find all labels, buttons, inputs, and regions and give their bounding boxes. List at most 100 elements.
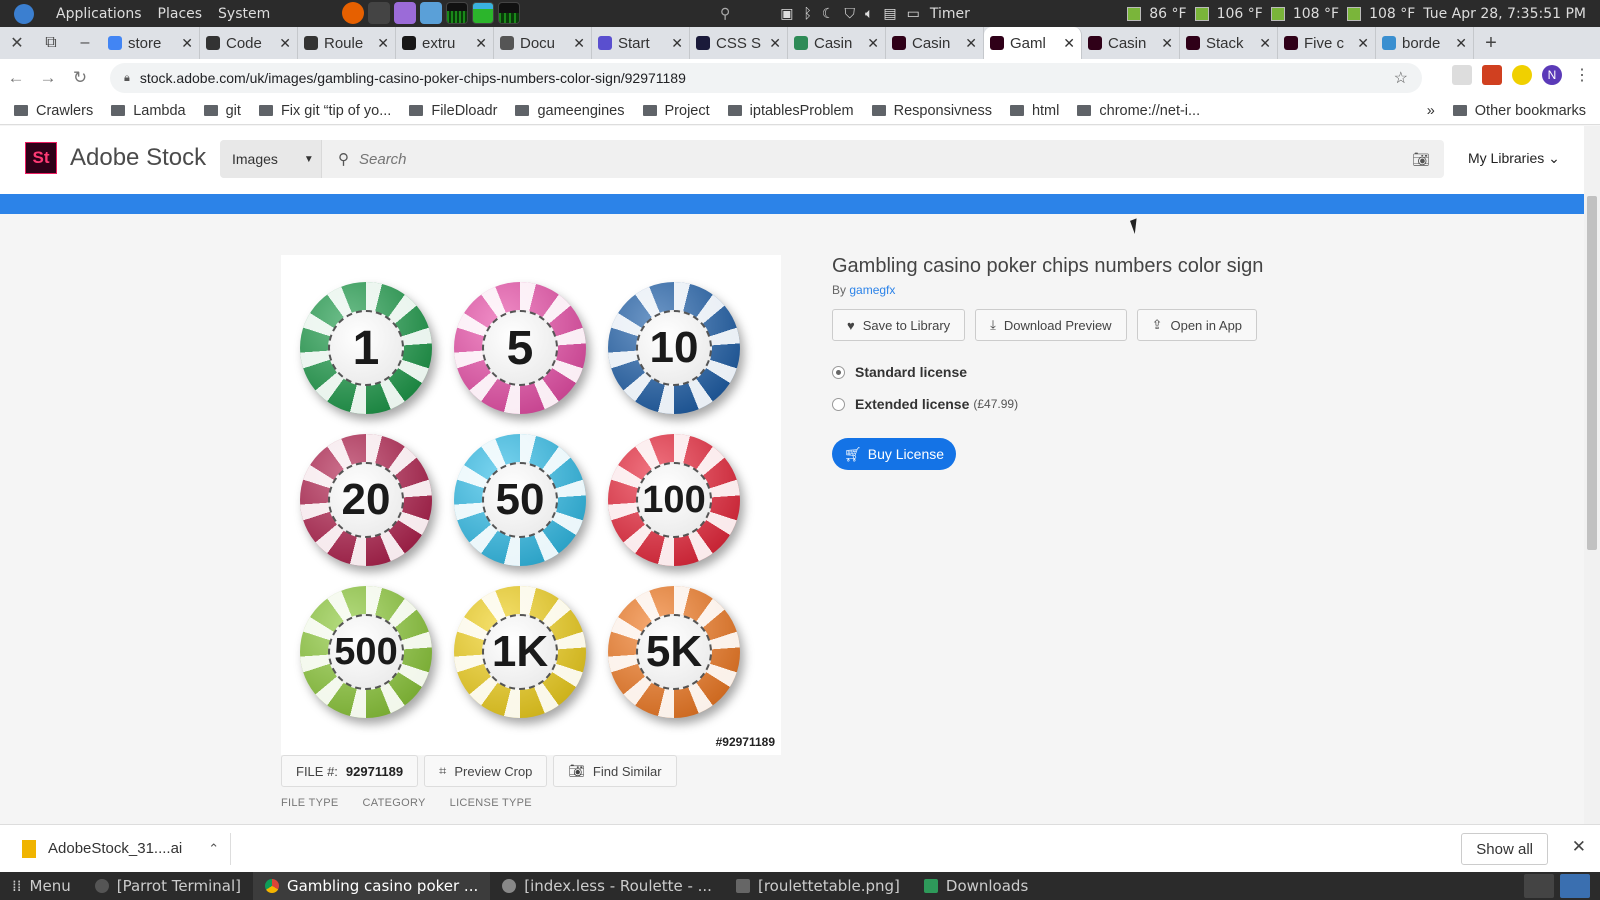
bookmark-item[interactable]: Fix git “tip of yo... — [258, 103, 391, 119]
taskbar-item-downloads[interactable]: Downloads — [912, 872, 1040, 900]
preview-crop-button[interactable]: ⌗ Preview Crop — [424, 755, 548, 787]
workspace-icon[interactable] — [1524, 874, 1554, 898]
license-option-standard[interactable]: Standard license — [832, 364, 967, 380]
browser-tab[interactable]: Casin ✕ — [886, 27, 984, 59]
license-radio[interactable] — [832, 397, 845, 411]
url-text[interactable]: stock.adobe.com/uk/images/gambling-casin… — [140, 70, 686, 86]
extension-icon[interactable] — [1512, 65, 1532, 85]
taskbar-menu[interactable]: ⁞⁞ Menu — [0, 872, 83, 900]
lock-icon[interactable]: 🔒︎ — [124, 72, 130, 85]
browser-tab[interactable]: store ✕ — [102, 27, 200, 59]
menu-system[interactable]: System — [218, 6, 270, 22]
bluetooth-icon[interactable]: ᛒ — [804, 6, 812, 22]
forward-icon[interactable]: → — [32, 68, 64, 88]
tab-close-icon[interactable]: ✕ — [1161, 35, 1173, 52]
browser-tab[interactable]: Code ✕ — [200, 27, 298, 59]
tab-close-icon[interactable]: ✕ — [867, 35, 879, 52]
browser-tab[interactable]: Start ✕ — [592, 27, 690, 59]
asset-preview[interactable]: 1 5 10 20 50 100 500 1K 5K #92971189 — [281, 255, 781, 755]
taskbar-item-terminal[interactable]: [Parrot Terminal] — [83, 872, 253, 900]
restore-window-icon[interactable]: ⧉ — [34, 34, 68, 52]
chevron-up-icon[interactable]: ⌃ — [208, 841, 219, 857]
chrome-tray-icon[interactable] — [1560, 874, 1590, 898]
clock[interactable]: Tue Apr 28, 7:35:51 PM — [1423, 6, 1586, 22]
tab-close-icon[interactable]: ✕ — [1063, 35, 1075, 52]
profile-avatar[interactable]: N — [1542, 65, 1562, 85]
show-all-downloads-button[interactable]: Show all — [1461, 833, 1548, 865]
tab-close-icon[interactable]: ✕ — [1259, 35, 1271, 52]
camera-search-icon[interactable]: 📷︎ — [1412, 151, 1430, 168]
browser-tab[interactable]: Casin ✕ — [1082, 27, 1180, 59]
search-icon[interactable]: ⚲ — [720, 6, 730, 22]
license-option-extended[interactable]: Extended license (£47.99) — [832, 396, 1018, 412]
taskbar-item-editor[interactable]: [index.less - Roulette - ... — [490, 872, 724, 900]
minimize-window-icon[interactable]: – — [68, 34, 102, 52]
browser-tab[interactable]: Roule ✕ — [298, 27, 396, 59]
firefox-icon[interactable] — [342, 2, 364, 24]
bookmark-item[interactable]: Crawlers — [14, 103, 93, 119]
bookmark-item[interactable]: Lambda — [111, 103, 186, 119]
open-in-app-button[interactable]: ⇪ Open in App — [1136, 309, 1258, 341]
new-tab-button[interactable]: + — [1474, 32, 1508, 55]
tab-close-icon[interactable]: ✕ — [573, 35, 585, 52]
bookmark-star-icon[interactable]: ☆ — [1394, 68, 1408, 88]
menu-applications[interactable]: Applications — [56, 6, 142, 22]
browser-tab[interactable]: Casin ✕ — [788, 27, 886, 59]
adobe-stock-logo[interactable]: St — [25, 142, 57, 174]
bookmark-item[interactable]: FileDloadr — [409, 103, 497, 119]
download-preview-button[interactable]: ⤓ Download Preview — [975, 309, 1127, 341]
browser-tab[interactable]: Gaml ✕ — [984, 27, 1082, 59]
site-name[interactable]: Adobe Stock — [70, 144, 206, 172]
license-radio[interactable] — [832, 365, 845, 379]
screenshot-icon[interactable]: ▣ — [780, 6, 793, 22]
tab-close-icon[interactable]: ✕ — [1357, 35, 1369, 52]
volume-icon[interactable]: 🔈︎ — [865, 6, 873, 22]
reload-icon[interactable]: ↻ — [64, 68, 96, 88]
bookmark-item[interactable]: git — [203, 103, 241, 119]
bookmark-item[interactable]: html — [1009, 103, 1059, 119]
tab-close-icon[interactable]: ✕ — [965, 35, 977, 52]
terminal-icon[interactable] — [368, 2, 390, 24]
editor-icon[interactable] — [394, 2, 416, 24]
back-icon[interactable]: ← — [0, 68, 32, 88]
close-window-icon[interactable]: ✕ — [0, 33, 34, 53]
browser-tab[interactable]: CSS S ✕ — [690, 27, 788, 59]
tab-close-icon[interactable]: ✕ — [475, 35, 487, 52]
parrot-logo-icon[interactable] — [14, 3, 34, 24]
my-libraries-menu[interactable]: My Libraries ⌄ — [1468, 150, 1560, 167]
bookmark-item[interactable]: gameengines — [515, 103, 625, 119]
taskbar-item-chrome[interactable]: Gambling casino poker ... — [252, 872, 491, 900]
night-icon[interactable]: ☾ — [822, 6, 835, 22]
author-link[interactable]: gamegfx — [849, 283, 895, 297]
browser-tab[interactable]: extru ✕ — [396, 27, 494, 59]
extension-icon[interactable] — [1482, 65, 1502, 85]
other-bookmarks[interactable]: Other bookmarks — [1452, 103, 1586, 119]
tab-close-icon[interactable]: ✕ — [1455, 35, 1467, 52]
taskbar-item-image[interactable]: [roulettetable.png] — [724, 872, 912, 900]
tab-close-icon[interactable]: ✕ — [671, 35, 683, 52]
tab-close-icon[interactable]: ✕ — [377, 35, 389, 52]
browser-tab[interactable]: borde ✕ — [1376, 27, 1474, 59]
page-scrollbar[interactable] — [1584, 126, 1600, 824]
browser-tab[interactable]: Stack ✕ — [1180, 27, 1278, 59]
bookmark-item[interactable]: iptablesProblem — [727, 103, 854, 119]
close-icon[interactable]: ✕ — [1572, 837, 1586, 857]
chrome-menu-icon[interactable]: ⋮ — [1572, 65, 1592, 85]
browser-tab[interactable]: Five c ✕ — [1278, 27, 1376, 59]
files-icon[interactable] — [420, 2, 442, 24]
browser-tab[interactable]: Docu ✕ — [494, 27, 592, 59]
menu-places[interactable]: Places — [158, 6, 203, 22]
tab-close-icon[interactable]: ✕ — [769, 35, 781, 52]
save-to-library-button[interactable]: ♥ Save to Library — [832, 309, 966, 341]
search-type-dropdown[interactable]: Images ▼ — [220, 140, 322, 178]
bookmarks-overflow-icon[interactable]: » — [1427, 103, 1435, 119]
window-icon[interactable]: ▭ — [907, 6, 920, 22]
download-file-name[interactable]: AdobeStock_31....ai — [48, 840, 182, 857]
address-bar[interactable]: 🔒︎ stock.adobe.com/uk/images/gambling-ca… — [110, 63, 1422, 93]
clipboard-icon[interactable]: ▤ — [883, 6, 896, 22]
bookmark-item[interactable]: Responsivness — [871, 103, 992, 119]
extension-icon[interactable] — [1452, 65, 1472, 85]
scrollbar-thumb[interactable] — [1587, 196, 1597, 550]
find-similar-button[interactable]: 📷︎ Find Similar — [553, 755, 677, 787]
tab-close-icon[interactable]: ✕ — [279, 35, 291, 52]
